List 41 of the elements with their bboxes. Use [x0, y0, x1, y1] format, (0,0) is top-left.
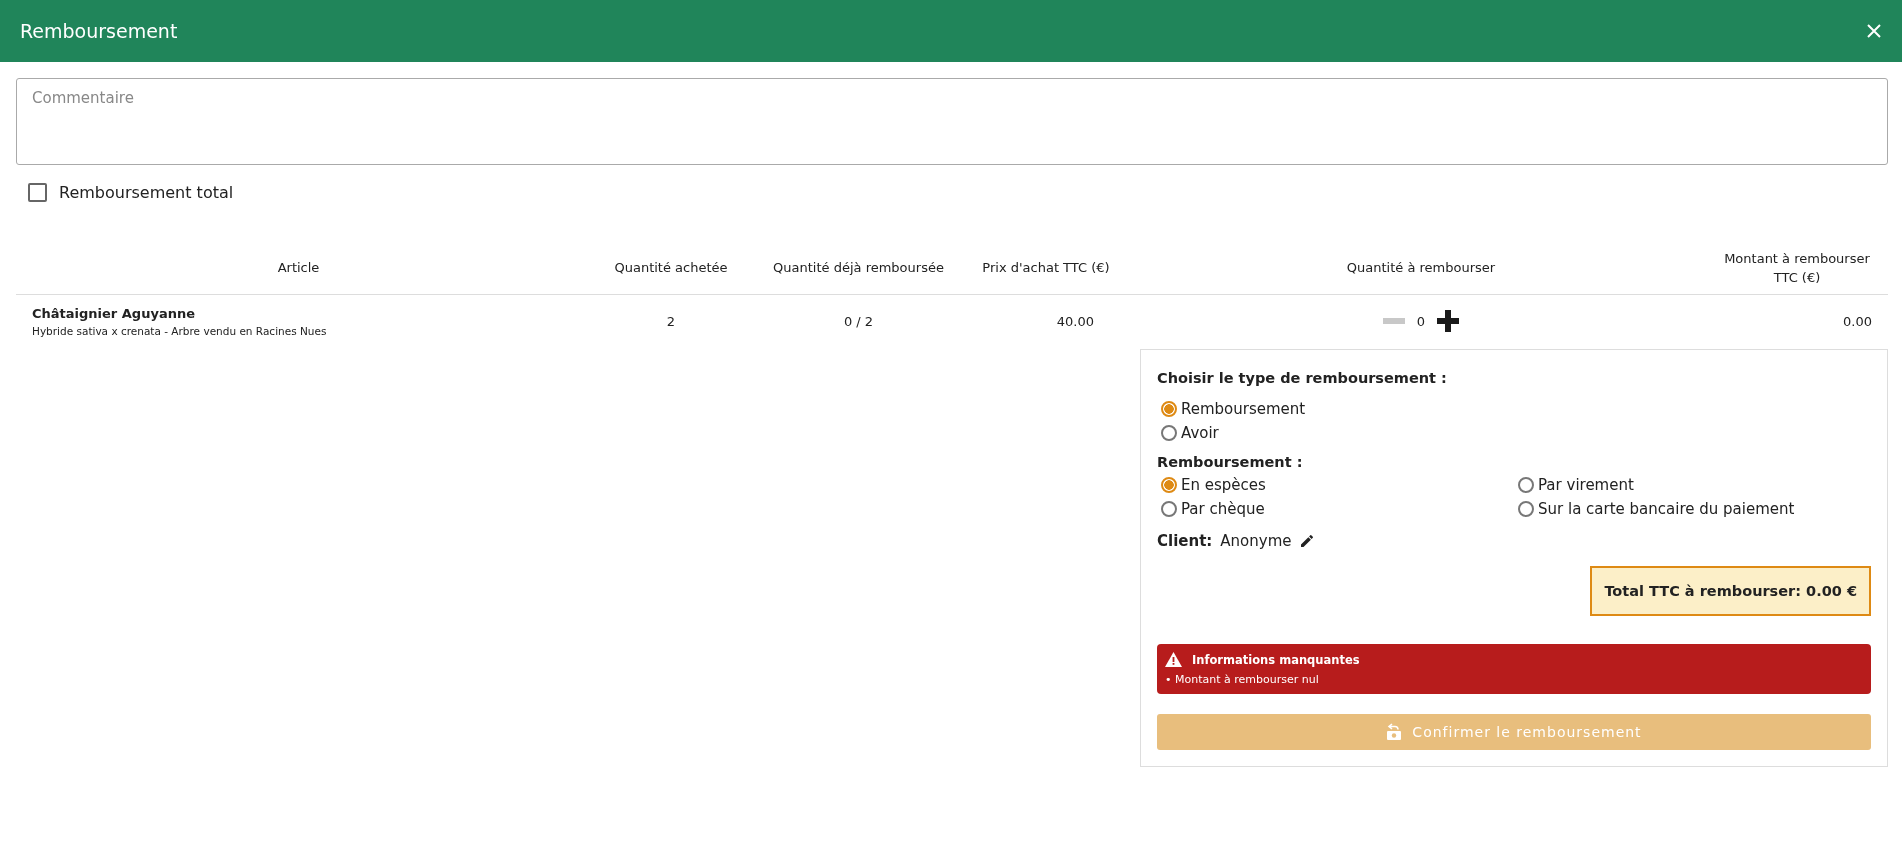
- column-header: Montant à rembourser TTC (€): [1724, 250, 1870, 285]
- section-title: Remboursement :: [1157, 454, 1304, 470]
- radio-button[interactable]: [1161, 401, 1177, 417]
- total-amount: Total TTC à rembourser: 0.00 €: [1590, 566, 1871, 616]
- client-label: Client:: [1157, 532, 1213, 550]
- radio-label: Par chèque: [1181, 500, 1265, 518]
- radio-label: En espèces: [1181, 476, 1266, 494]
- column-header: Article: [277, 260, 320, 276]
- checkbox[interactable]: [28, 183, 47, 202]
- radio-button[interactable]: [1518, 477, 1534, 493]
- checkbox-label: Remboursement total: [59, 183, 234, 202]
- cash-refund-icon: [1386, 723, 1403, 741]
- table-cell: 40.00: [1056, 313, 1094, 329]
- section-title: Choisir le type de remboursement :: [1157, 370, 1448, 386]
- radio-button[interactable]: [1518, 501, 1534, 517]
- radio-label: Par virement: [1538, 476, 1634, 494]
- radio-label: Avoir: [1181, 424, 1219, 442]
- radio-button[interactable]: [1161, 425, 1177, 441]
- radio-label: Remboursement: [1181, 400, 1306, 418]
- pencil-icon[interactable]: [1299, 533, 1316, 549]
- client-value: Anonyme: [1220, 532, 1292, 550]
- warning-icon: [1165, 652, 1182, 667]
- radio-label: Sur la carte bancaire du paiement: [1538, 500, 1795, 518]
- radio-button[interactable]: [1161, 477, 1177, 493]
- column-header: Quantité achetée: [614, 260, 728, 276]
- plus-icon[interactable]: [1437, 310, 1460, 332]
- table-cell: 0 / 2: [843, 313, 874, 329]
- product-name: Châtaignier Aguyanne: [32, 305, 196, 321]
- table-cell: 0.00: [1843, 313, 1872, 329]
- alert-title: Informations manquantes: [1192, 652, 1360, 667]
- product-description: Hybride sativa x crenata - Arbre vendu en Racines Nues: [32, 324, 328, 337]
- close-icon[interactable]: [1866, 23, 1882, 39]
- alert-message: • Montant à rembourser nul: [1165, 673, 1320, 686]
- quantity-value: 0: [1416, 313, 1426, 329]
- window-title: Remboursement: [20, 20, 178, 42]
- column-header: Quantité à rembourser: [1346, 260, 1496, 276]
- column-header: Prix d'achat TTC (€): [982, 260, 1110, 276]
- comment-field[interactable]: Commentaire: [16, 78, 1888, 165]
- radio-button[interactable]: [1161, 501, 1177, 517]
- table-cell: 2: [666, 313, 676, 329]
- column-header: Quantité déjà remboursée: [773, 260, 944, 276]
